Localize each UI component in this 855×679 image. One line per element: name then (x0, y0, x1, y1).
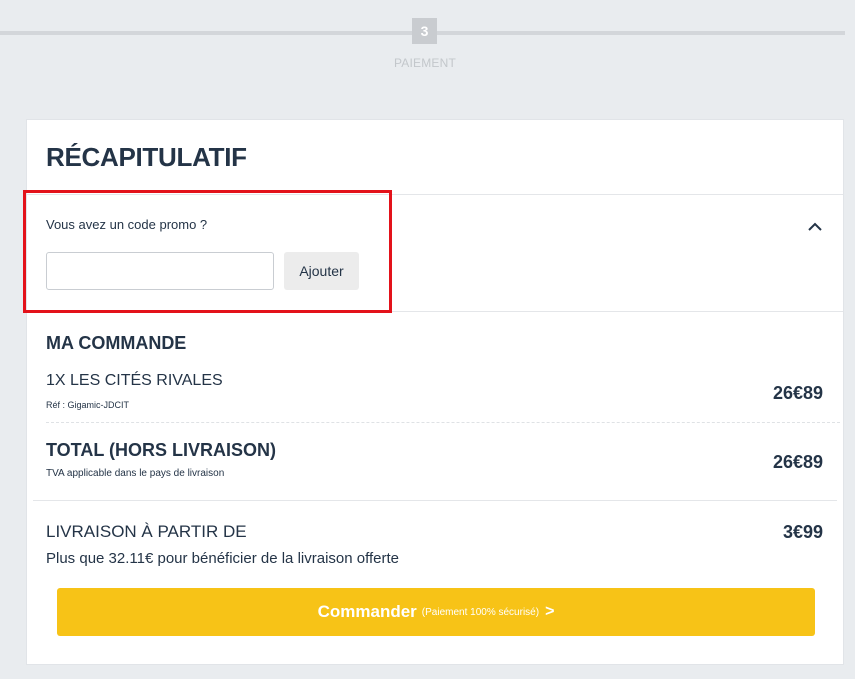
dashed-divider (46, 422, 840, 423)
step-number-badge: 3 (412, 18, 437, 44)
chevron-up-icon[interactable] (808, 219, 822, 233)
total-price: 26€89 (772, 452, 823, 472)
shipping-label: LIVRAISON À PARTIR DE (46, 522, 247, 541)
order-button-label: Commander (317, 602, 417, 621)
secure-payment-note: (Paiement 100% sécurisé) (421, 606, 540, 618)
product-name: 1X LES CITÉS RIVALES (46, 372, 223, 389)
order-section-title: MA COMMANDE (46, 333, 187, 353)
shipping-price: 3€99 (782, 522, 823, 542)
step-label: PAIEMENT (393, 56, 457, 70)
product-price: 26€89 (772, 383, 823, 403)
vat-note: TVA applicable dans le pays de livraison (46, 468, 225, 479)
divider (33, 500, 837, 501)
order-button[interactable]: Commander (Paiement 100% sécurisé) > (57, 588, 815, 636)
page-title: RÉCAPITULATIF (46, 142, 247, 172)
product-ref: Réf : Gigamic-JDCIT (46, 400, 130, 410)
highlight-box (23, 190, 392, 313)
free-shipping-note: Plus que 32.11€ pour bénéficier de la li… (46, 550, 400, 567)
arrow-right-icon: > (545, 603, 555, 620)
total-label: TOTAL (HORS LIVRAISON) (46, 440, 277, 460)
